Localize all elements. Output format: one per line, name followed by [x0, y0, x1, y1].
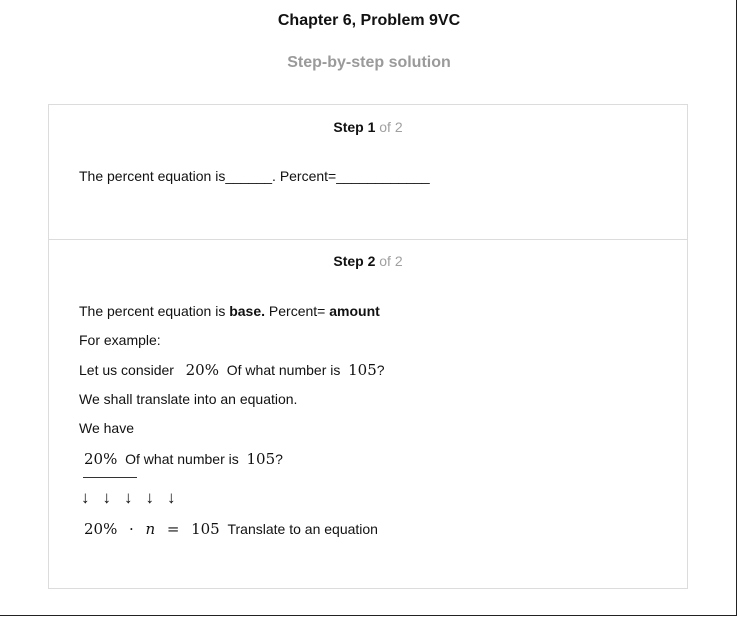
- math-percent: 20%: [84, 450, 118, 468]
- math-variable-n: n: [145, 520, 156, 538]
- text-segment: Let us consider: [79, 362, 174, 378]
- example-intro: For example:: [79, 332, 161, 348]
- math-dot: ·: [129, 520, 134, 538]
- math-number: 105: [191, 520, 220, 538]
- down-arrow-icon: ↓: [81, 488, 90, 507]
- restated-line: 20% Of what number is 105?: [84, 450, 283, 468]
- step-1-heading: Step 1 of 2: [49, 119, 687, 135]
- step-1-count: of 2: [379, 119, 403, 135]
- page-title: Chapter 6, Problem 9VC: [277, 12, 461, 29]
- text-segment: ?: [275, 451, 283, 467]
- step-2-section: Step 2 of 2 The percent equation is base…: [49, 239, 687, 588]
- down-arrow-icon: ↓: [167, 488, 176, 507]
- text-segment: Of what number is: [125, 451, 239, 467]
- equation-caption: Translate to an equation: [227, 521, 378, 537]
- underline-rule: [83, 477, 137, 478]
- amount-term: amount: [329, 303, 380, 319]
- step-2-heading: Step 2 of 2: [49, 253, 687, 269]
- equation-line: 20% · n = 105 Translate to an equation: [84, 520, 378, 538]
- translation-arrows: ↓ ↓ ↓ ↓ ↓: [81, 488, 189, 508]
- math-percent: 20%: [185, 361, 219, 379]
- solution-card: Step 1 of 2 The percent equation is_____…: [48, 104, 688, 589]
- text-segment: ?: [376, 362, 385, 378]
- math-percent: 20%: [84, 520, 118, 538]
- step-1-text: The percent equation is______. Percent=_…: [79, 168, 430, 184]
- text-segment: The percent equation is: [79, 303, 230, 319]
- down-arrow-icon: ↓: [124, 488, 133, 507]
- step-1-section: Step 1 of 2 The percent equation is_____…: [49, 105, 687, 240]
- step-2-label: Step 2: [333, 253, 376, 269]
- down-arrow-icon: ↓: [102, 488, 112, 507]
- step-2-count: of 2: [379, 253, 403, 269]
- page-subtitle: Step-by-step solution: [287, 54, 451, 71]
- math-number: 105: [246, 450, 276, 468]
- percent-equation-line: The percent equation is base. Percent= a…: [79, 303, 380, 319]
- text-segment: Of what number is: [226, 362, 341, 378]
- we-have-line: We have: [79, 420, 134, 436]
- text-segment: Percent=: [265, 303, 330, 319]
- down-arrow-icon: ↓: [145, 488, 155, 507]
- base-term: base.: [229, 303, 266, 319]
- math-number: 105: [348, 361, 377, 379]
- step-1-label: Step 1: [333, 119, 376, 135]
- math-equals: =: [166, 520, 180, 538]
- consider-line: Let us consider 20% Of what number is 10…: [79, 361, 385, 379]
- translate-line: We shall translate into an equation.: [79, 391, 298, 407]
